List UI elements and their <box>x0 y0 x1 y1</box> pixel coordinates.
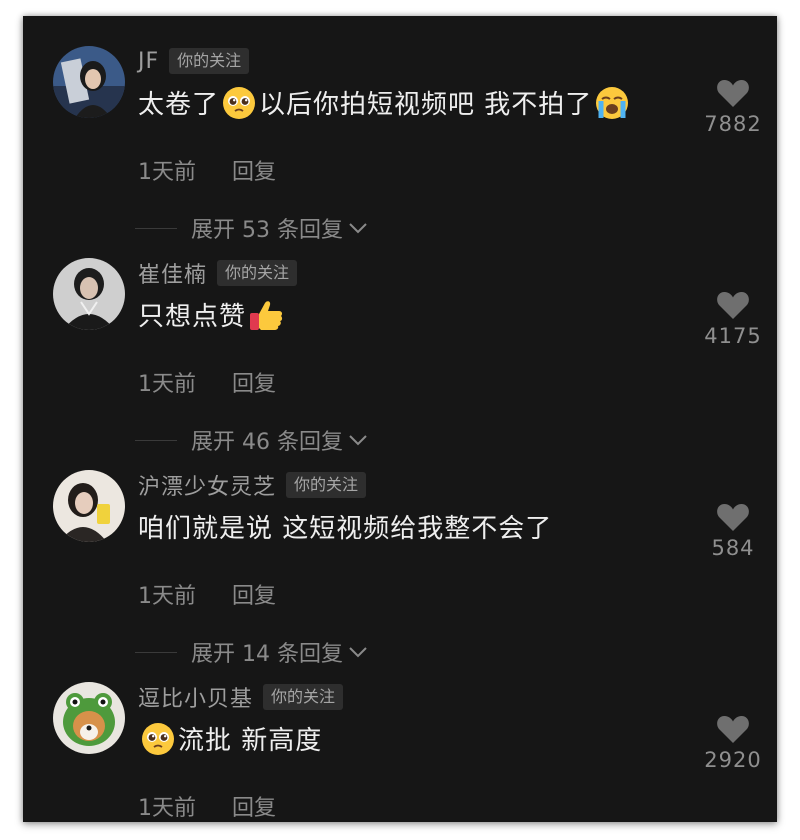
chevron-down-icon <box>349 435 367 446</box>
following-badge: 你的关注 <box>286 472 367 498</box>
heart-icon <box>717 504 749 531</box>
like-button[interactable]: 2920 <box>695 714 771 772</box>
comment-text: 太卷了 以后你拍短视频吧 我不拍了 <box>138 84 632 121</box>
avatar[interactable] <box>53 46 125 118</box>
expand-replies-button[interactable]: 展开 53 条回复 <box>135 212 369 244</box>
avatar[interactable] <box>53 470 125 542</box>
chevron-down-icon <box>349 647 367 658</box>
comment-time: 1天前 <box>138 584 196 609</box>
expand-replies-button[interactable]: 展开 46 条回复 <box>135 424 369 456</box>
comment-time: 1天前 <box>138 160 196 185</box>
comment-text: 流批 新高度 <box>138 720 322 757</box>
heart-icon <box>717 80 749 107</box>
comment-time: 1天前 <box>138 796 196 821</box>
following-badge: 你的关注 <box>169 48 250 74</box>
like-button[interactable]: 584 <box>695 502 771 560</box>
avatar[interactable] <box>53 682 125 754</box>
crying-face-emoji-icon <box>596 86 629 119</box>
comment-text: 只想点赞 <box>138 296 286 333</box>
thumbs-up-emoji-icon <box>250 300 283 330</box>
reply-button[interactable]: 回复 <box>232 366 276 398</box>
avatar[interactable] <box>53 258 125 330</box>
like-count: 7882 <box>704 112 762 136</box>
username[interactable]: JF <box>138 49 159 74</box>
comment-section: JF 你的关注 太卷了 以后你拍短视频吧 我不拍了 1天前 回复 展开 53 条… <box>23 16 777 822</box>
divider <box>135 651 177 653</box>
username[interactable]: 逗比小贝基 <box>138 681 253 713</box>
pleading-face-emoji-icon <box>142 722 174 755</box>
like-count: 2920 <box>704 748 762 772</box>
comment-time: 1天前 <box>138 372 196 397</box>
comment-text: 咱们就是说 这短视频给我整不会了 <box>138 514 553 544</box>
following-badge: 你的关注 <box>263 684 344 710</box>
divider <box>135 439 177 441</box>
reply-button[interactable]: 回复 <box>232 578 276 610</box>
username[interactable]: 沪漂少女灵芝 <box>138 469 276 501</box>
username[interactable]: 崔佳楠 <box>138 257 207 289</box>
divider <box>135 227 177 229</box>
like-button[interactable]: 4175 <box>695 290 771 348</box>
like-count: 584 <box>711 536 755 560</box>
expand-replies-button[interactable]: 展开 14 条回复 <box>135 636 369 668</box>
following-badge: 你的关注 <box>217 260 298 286</box>
like-count: 4175 <box>704 324 762 348</box>
reply-button[interactable]: 回复 <box>232 790 276 822</box>
chevron-down-icon <box>349 223 367 234</box>
like-button[interactable]: 7882 <box>695 78 771 136</box>
reply-button[interactable]: 回复 <box>232 154 276 186</box>
heart-icon <box>717 292 749 319</box>
pleading-face-emoji-icon <box>223 86 256 119</box>
heart-icon <box>717 716 749 743</box>
